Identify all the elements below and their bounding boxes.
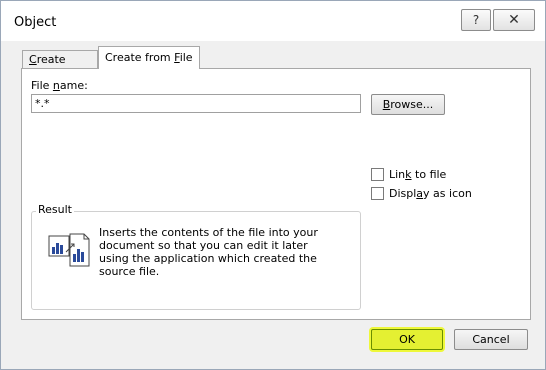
- link-to-file-option[interactable]: Link to file: [371, 166, 446, 182]
- close-icon: ✕: [508, 12, 520, 28]
- tab-create-from-file[interactable]: Create from File: [98, 46, 200, 69]
- object-dialog: Object ? ✕ Create New Create from File F…: [0, 0, 546, 370]
- tab-create-new[interactable]: Create New: [22, 50, 98, 84]
- title-bar: Object ? ✕: [1, 1, 545, 41]
- tab-panel: File name: Browse... Link to file Displa…: [21, 68, 531, 320]
- link-to-file-label: Link to file: [389, 167, 447, 181]
- close-button[interactable]: ✕: [493, 9, 535, 31]
- dialog-title: Object: [14, 15, 57, 30]
- result-heading: Result: [36, 203, 74, 216]
- display-as-icon-option[interactable]: Display as icon: [371, 185, 472, 201]
- help-button[interactable]: ?: [461, 9, 491, 31]
- result-group: Result Inserts the contents of the file …: [31, 203, 361, 310]
- file-name-input[interactable]: [31, 94, 361, 113]
- dialog-body: Create New Create from File File name: B…: [9, 41, 537, 361]
- ok-button[interactable]: OK: [371, 329, 443, 350]
- link-to-file-checkbox[interactable]: [371, 167, 384, 181]
- browse-button[interactable]: Browse...: [371, 94, 445, 115]
- cancel-button[interactable]: Cancel: [454, 329, 528, 350]
- result-description: Inserts the contents of the file into yo…: [99, 226, 318, 278]
- display-as-icon-checkbox[interactable]: [371, 186, 384, 200]
- file-name-label: File name:: [31, 79, 88, 92]
- file-object-icon: [48, 233, 90, 267]
- display-as-icon-label: Display as icon: [389, 186, 472, 200]
